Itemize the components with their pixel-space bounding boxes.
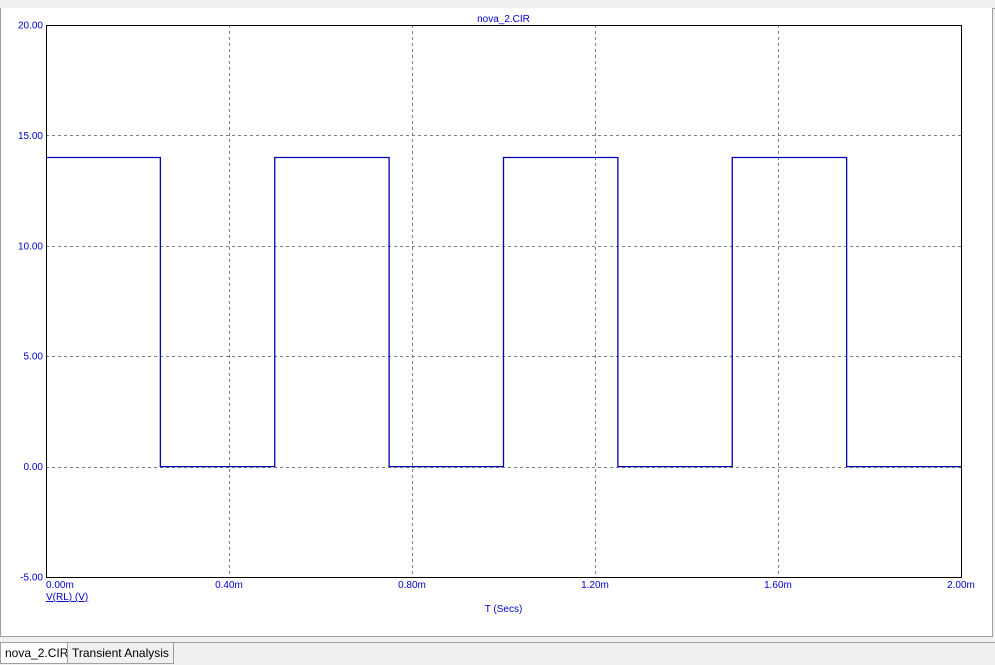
legend-entry-v-rl: V(RL) (V): [46, 592, 88, 603]
transient-chart: nova_2.CIR -5.00 0.00 5.00 10.00 15.00 20.00 0.…: [18, 14, 975, 615]
y-tick-label: -5.00: [20, 573, 43, 584]
y-tick-label: 0.00: [24, 462, 44, 473]
chart-title: nova_2.CIR: [477, 14, 530, 25]
plot-window: nova_2.CIR -5.00 0.00 5.00 10.00 15.00 20.00 0.…: [0, 8, 993, 637]
document-tab-bar: nova_2.CIR Transient Analysis: [0, 642, 995, 665]
tab-nova-2-cir[interactable]: nova_2.CIR: [0, 643, 74, 664]
x-tick-label: 0.80m: [398, 580, 426, 591]
y-tick-label: 15.00: [18, 131, 43, 142]
x-tick-label: 0.40m: [215, 580, 243, 591]
x-tick-label: 1.20m: [581, 580, 609, 591]
y-tick-label: 10.00: [18, 241, 43, 252]
x-tick-label: 1.60m: [764, 580, 792, 591]
x-tick-label: 2.00m: [947, 580, 975, 591]
y-tick-label: 20.00: [18, 21, 43, 32]
y-tick-label: 5.00: [24, 352, 44, 363]
x-axis-label: T (Secs): [485, 604, 523, 615]
x-tick-label: 0.00m: [46, 580, 74, 591]
series-line-v-rl: [46, 156, 961, 468]
tab-transient-analysis[interactable]: Transient Analysis: [67, 643, 174, 664]
